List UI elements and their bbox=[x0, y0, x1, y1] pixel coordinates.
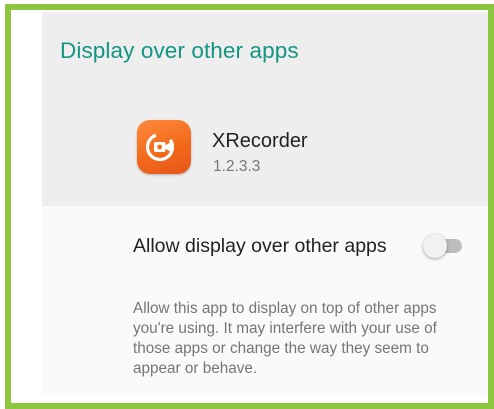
toggle-thumb bbox=[423, 234, 447, 258]
allow-display-setting-row[interactable]: Allow display over other apps bbox=[42, 206, 488, 286]
page-title: Display over other apps bbox=[60, 38, 299, 63]
app-version: 1.2.3.3 bbox=[213, 158, 261, 175]
allow-display-toggle[interactable] bbox=[423, 234, 465, 258]
screenshot-frame: Display over other apps XRecorder 1.2.3.… bbox=[5, 4, 494, 409]
settings-screen: Display over other apps XRecorder 1.2.3.… bbox=[42, 12, 488, 396]
allow-display-label: Allow display over other apps bbox=[133, 235, 387, 257]
app-name: XRecorder bbox=[212, 130, 308, 152]
app-header: Display over other apps XRecorder 1.2.3.… bbox=[42, 12, 488, 206]
permission-description: Allow this app to display on top of othe… bbox=[133, 300, 437, 377]
xrecorder-app-icon bbox=[137, 120, 191, 174]
record-camera-icon bbox=[145, 132, 175, 162]
